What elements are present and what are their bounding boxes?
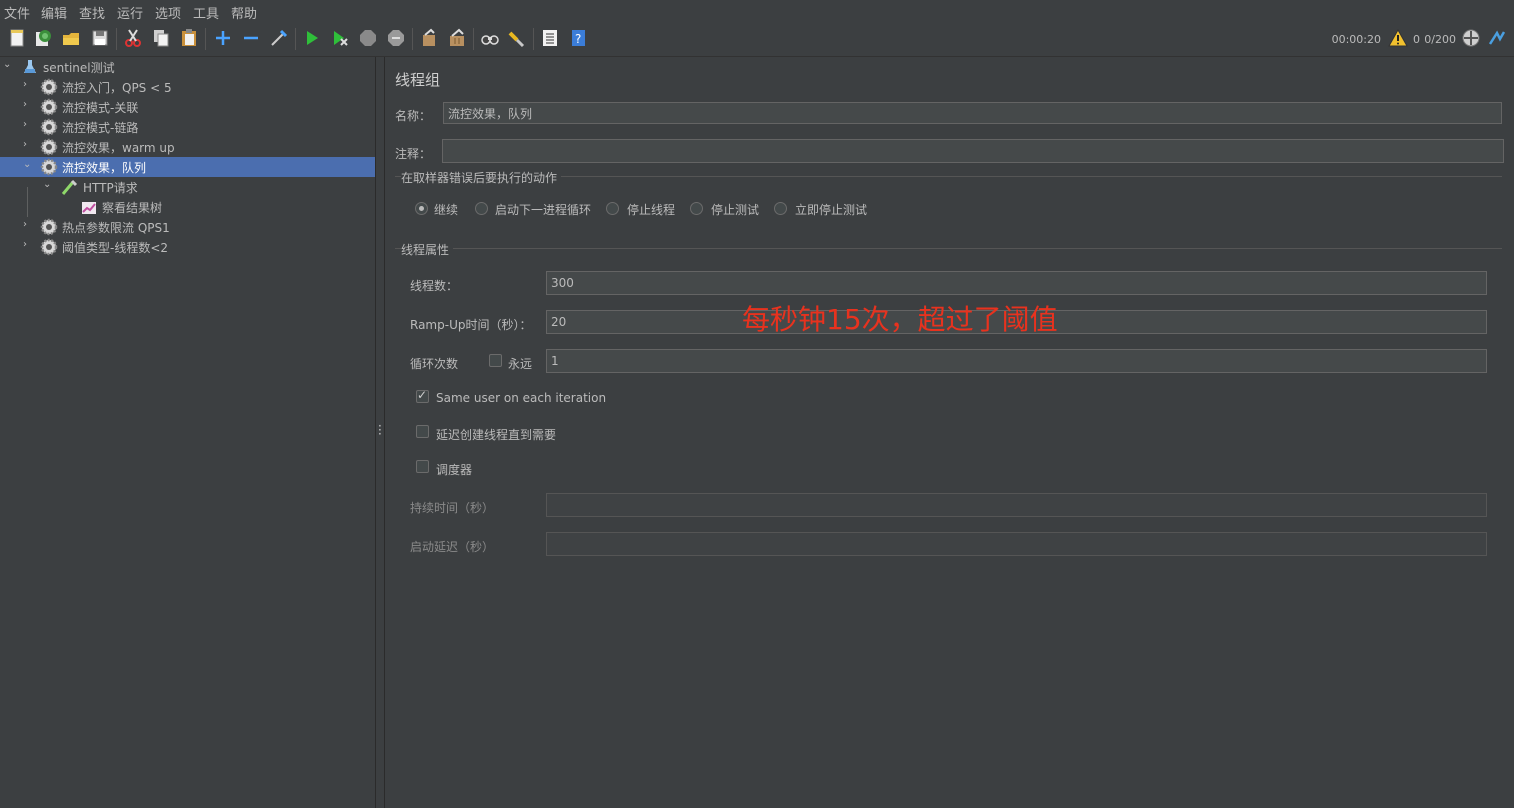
- search-icon[interactable]: [479, 27, 501, 49]
- chevron-right-icon[interactable]: ›: [23, 99, 35, 113]
- menu-edit[interactable]: 编辑: [41, 3, 67, 22]
- menu-file[interactable]: 文件: [4, 3, 30, 22]
- svg-text:?: ?: [575, 32, 581, 46]
- startup-delay-label: 启动延迟（秒）: [410, 540, 495, 554]
- chevron-down-icon[interactable]: ⌄: [3, 59, 15, 73]
- scheduler-checkbox[interactable]: [416, 460, 429, 473]
- chevron-down-icon[interactable]: ⌄: [43, 179, 55, 193]
- menu-search[interactable]: 查找: [79, 3, 105, 22]
- tree-item-thread-group-selected[interactable]: ⌄ 流控效果，队列: [0, 157, 375, 177]
- templates-icon[interactable]: [32, 27, 54, 49]
- warning-count: 0: [1413, 33, 1420, 46]
- cut-icon[interactable]: [122, 27, 144, 49]
- tree-item-thread-group[interactable]: › 阈值类型-线程数<2: [0, 237, 375, 257]
- clear-icon[interactable]: [418, 27, 440, 49]
- duration-label: 持续时间（秒）: [410, 501, 495, 515]
- menu-bar: 文件 编辑 查找 运行 选项 工具 帮助: [0, 0, 1514, 22]
- splitter-grip-icon[interactable]: · · ·: [378, 420, 382, 440]
- panel-title: 线程组: [395, 71, 441, 89]
- comment-label: 注释：: [395, 147, 432, 161]
- help-icon[interactable]: ?: [567, 27, 589, 49]
- forever-label: 永远: [508, 357, 533, 371]
- test-plan-tree: ⌄ sentinel测试 › 流控入门，QPS < 5 › 流控模式-关联 › …: [0, 57, 376, 808]
- thread-properties-section: 线程属性: [401, 241, 454, 258]
- function-helper-icon[interactable]: [539, 27, 561, 49]
- chevron-right-icon[interactable]: ›: [23, 219, 35, 233]
- radio-stop-test-now[interactable]: [774, 202, 787, 215]
- tree-item-thread-group[interactable]: › 流控入门，QPS < 5: [0, 77, 375, 97]
- menu-help[interactable]: 帮助: [231, 3, 257, 22]
- duration-field: [546, 493, 1487, 517]
- chevron-right-icon[interactable]: ›: [23, 79, 35, 93]
- gear-icon: [40, 78, 58, 96]
- tree-item-thread-group[interactable]: › 流控模式-关联: [0, 97, 375, 117]
- name-field[interactable]: [443, 102, 1502, 124]
- gear-icon: [40, 158, 58, 176]
- annotation-text: 每秒钟15次，超过了阈值: [742, 303, 1058, 336]
- same-user-checkbox[interactable]: [416, 388, 429, 403]
- comment-field[interactable]: [442, 139, 1504, 163]
- start-no-pauses-icon[interactable]: [329, 27, 351, 49]
- name-label: 名称：: [395, 109, 432, 123]
- tree-item-http-request[interactable]: ⌄ HTTP请求: [0, 177, 375, 197]
- thread-group-panel: 线程组 名称： 注释： 在取样器错误后要执行的动作 继续 启动下一进程循环 停止…: [385, 57, 1514, 808]
- rampup-label: Ramp-Up时间（秒）：: [410, 318, 532, 332]
- open-icon[interactable]: [60, 27, 82, 49]
- warning-icon[interactable]: [1387, 27, 1409, 49]
- tree-item-result-tree[interactable]: 察看结果树: [0, 197, 375, 217]
- toolbar: ? 00:00:20 0 0/200: [0, 22, 1514, 57]
- delay-thread-creation-checkbox[interactable]: [416, 425, 429, 438]
- start-icon[interactable]: [301, 27, 323, 49]
- threads-field[interactable]: [546, 271, 1487, 295]
- test-plan-icon: [24, 60, 36, 73]
- loop-count-field[interactable]: [546, 349, 1487, 373]
- tree-item-root[interactable]: ⌄ sentinel测试: [0, 57, 375, 77]
- tree-item-thread-group[interactable]: › 流控模式-链路: [0, 117, 375, 137]
- radio-stop-test[interactable]: [690, 202, 703, 215]
- toggle-icon[interactable]: [268, 27, 290, 49]
- shutdown-icon[interactable]: [385, 27, 407, 49]
- forever-checkbox[interactable]: [489, 354, 502, 367]
- chart-icon: [82, 202, 96, 214]
- chevron-right-icon[interactable]: ›: [23, 239, 35, 253]
- reset-search-icon[interactable]: [506, 27, 528, 49]
- menu-tools[interactable]: 工具: [193, 3, 219, 22]
- loop-label: 循环次数: [410, 357, 459, 371]
- active-threads: 0/200: [1424, 33, 1456, 46]
- chevron-right-icon[interactable]: ›: [23, 139, 35, 153]
- copy-icon[interactable]: [150, 27, 172, 49]
- delay-thread-creation-label: 延迟创建线程直到需要: [436, 428, 557, 442]
- error-action-section: 在取样器错误后要执行的动作: [401, 169, 562, 186]
- threads-label: 线程数：: [410, 279, 459, 293]
- gear-icon: [40, 218, 58, 236]
- expand-icon[interactable]: [212, 27, 234, 49]
- radio-next-loop[interactable]: [475, 202, 488, 215]
- stop-icon[interactable]: [357, 27, 379, 49]
- gear-icon: [40, 238, 58, 256]
- scheduler-label: 调度器: [436, 463, 473, 477]
- radio-stop-thread[interactable]: [606, 202, 619, 215]
- tree-item-thread-group[interactable]: › 流控效果，warm up: [0, 137, 375, 157]
- collapse-icon[interactable]: [240, 27, 262, 49]
- same-user-label: Same user on each iteration: [436, 391, 607, 405]
- gear-icon: [40, 118, 58, 136]
- startup-delay-field: [546, 532, 1487, 556]
- menu-options[interactable]: 选项: [155, 3, 181, 22]
- save-icon[interactable]: [89, 27, 111, 49]
- menu-run[interactable]: 运行: [117, 3, 143, 22]
- tree-item-thread-group[interactable]: › 热点参数限流 QPS1: [0, 217, 375, 237]
- elapsed-time: 00:00:20: [1331, 33, 1381, 46]
- paste-icon[interactable]: [178, 27, 200, 49]
- new-icon[interactable]: [6, 27, 28, 49]
- remote-status-icon[interactable]: [1460, 27, 1482, 49]
- radio-continue[interactable]: [415, 202, 428, 215]
- pipette-icon: [61, 179, 78, 195]
- gear-icon: [40, 138, 58, 156]
- gear-icon: [40, 98, 58, 116]
- clear-all-icon[interactable]: [446, 27, 468, 49]
- chevron-down-icon[interactable]: ⌄: [23, 159, 35, 173]
- log-viewer-icon[interactable]: [1486, 27, 1508, 49]
- chevron-right-icon[interactable]: ›: [23, 119, 35, 133]
